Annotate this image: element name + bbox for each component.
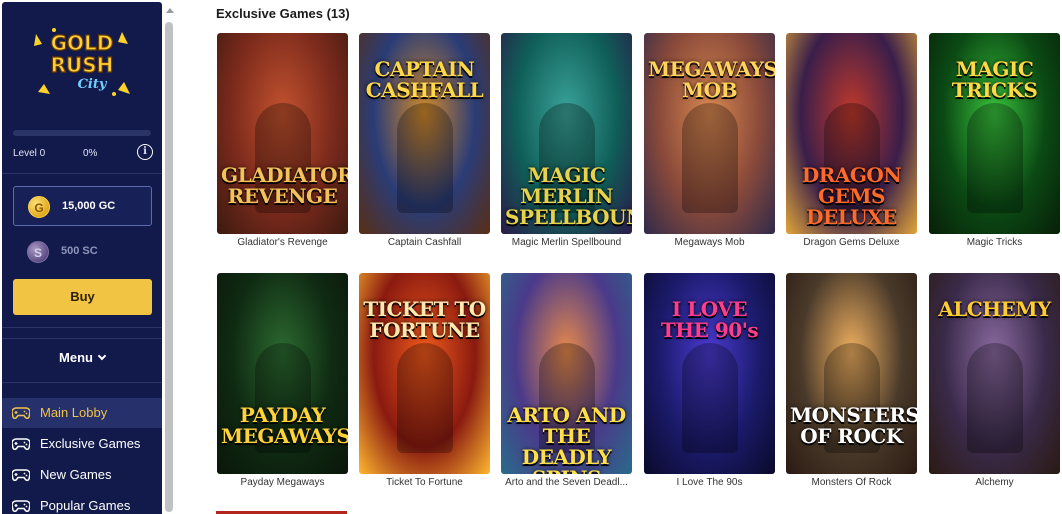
game-caption[interactable]: Ticket To Fortune — [359, 477, 490, 488]
divider — [2, 173, 162, 174]
sidebar-item-label: Exclusive Games — [40, 436, 141, 451]
sidebar-item-label: Popular Games — [40, 498, 131, 513]
game-tile[interactable]: ALCHEMY Alchemy — [929, 273, 1060, 493]
game-logo-text: GLADIATORS REVENGE — [221, 163, 348, 208]
buy-button[interactable]: Buy — [13, 279, 152, 315]
gold-coins-balance[interactable]: G 15,000 GC — [13, 186, 152, 226]
menu-toggle[interactable]: Menu — [2, 350, 162, 374]
divider — [2, 327, 162, 328]
game-thumbnail[interactable]: PAYDAY MEGAWAYS — [217, 273, 348, 474]
game-logo-text: PAYDAY MEGAWAYS — [221, 403, 348, 448]
game-thumbnail[interactable]: CAPTAIN CASHFALL — [359, 33, 490, 234]
character-illustration — [682, 343, 738, 453]
gamepad-icon — [11, 438, 31, 451]
sidebar-item-popular-games[interactable]: Popular Games — [2, 491, 162, 514]
game-caption[interactable]: Monsters Of Rock — [786, 477, 917, 488]
character-illustration — [397, 103, 453, 213]
section-title: Exclusive Games (13) — [216, 6, 350, 21]
game-thumbnail[interactable]: GLADIATORS REVENGE — [217, 33, 348, 234]
sweeps-coins-balance[interactable]: S 500 SC — [13, 232, 152, 272]
sidebar-item-label: Main Lobby — [40, 405, 108, 420]
game-tile[interactable]: GLADIATORS REVENGE Gladiator's Revenge — [217, 33, 348, 253]
game-logo-text: DRAGON GEMS DELUXE — [801, 163, 902, 229]
svg-text:City: City — [78, 77, 108, 92]
level-percent: 0% — [83, 148, 98, 159]
game-thumbnail[interactable]: ALCHEMY — [929, 273, 1060, 474]
level-label: Level 0 — [13, 148, 46, 159]
game-tile[interactable]: MONSTERS OF ROCK Monsters Of Rock — [786, 273, 917, 493]
game-thumbnail[interactable]: ARTO AND THE DEADLY SPINS — [501, 273, 632, 474]
game-logo-text: I LOVE THE 90's — [660, 297, 759, 342]
level-row: Level 0 0% i — [13, 144, 153, 164]
sidebar-item-label: New Games — [40, 467, 112, 482]
game-logo-text: TICKET TO FORTUNE — [363, 297, 486, 342]
game-thumbnail[interactable]: MEGAWAYS MOB — [644, 33, 775, 234]
game-tile[interactable]: ARTO AND THE DEADLY SPINS Arto and the Se… — [501, 273, 632, 493]
character-illustration — [682, 103, 738, 213]
sidebar-item-exclusive-games[interactable]: Exclusive Games — [2, 429, 162, 459]
game-tile[interactable]: DRAGON GEMS DELUXE Dragon Gems Deluxe — [786, 33, 917, 253]
scrollbar-thumb[interactable] — [165, 22, 173, 512]
sweeps-coin-icon: S — [27, 241, 49, 263]
game-caption[interactable]: Dragon Gems Deluxe — [786, 237, 917, 248]
game-tile[interactable]: PAYDAY MEGAWAYS Payday Megaways — [217, 273, 348, 493]
game-logo-text: ARTO AND THE DEADLY SPINS — [507, 403, 626, 475]
chevron-down-icon — [97, 351, 107, 361]
game-tile[interactable]: I LOVE THE 90's I Love The 90s — [644, 273, 775, 493]
gamepad-icon — [11, 469, 31, 482]
game-logo-text: ALCHEMY — [938, 297, 1051, 321]
game-logo-text: MONSTERS OF ROCK — [790, 403, 917, 448]
character-illustration — [397, 343, 453, 453]
game-caption[interactable]: Arto and the Seven Deadl... — [501, 477, 632, 488]
sweeps-coins-amount: 500 SC — [61, 245, 98, 257]
gamepad-icon — [11, 407, 31, 420]
character-illustration — [967, 343, 1023, 453]
game-logo-text: MAGIC MERLIN SPELLBOUND — [505, 163, 632, 229]
game-thumbnail[interactable]: DRAGON GEMS DELUXE — [786, 33, 917, 234]
game-caption[interactable]: I Love The 90s — [644, 477, 775, 488]
info-icon[interactable]: i — [137, 144, 153, 160]
game-thumbnail[interactable]: MAGIC MERLIN SPELLBOUND — [501, 33, 632, 234]
menu-label: Menu — [59, 350, 93, 365]
gold-rush-city-logo[interactable]: GOLD RUSH City — [30, 24, 134, 102]
game-thumbnail[interactable]: TICKET TO FORTUNE — [359, 273, 490, 474]
gold-coins-amount: 15,000 GC — [62, 200, 116, 212]
gold-coin-icon: G — [28, 196, 50, 218]
svg-text:GOLD: GOLD — [51, 31, 114, 55]
sidebar-item-new-games[interactable]: New Games — [2, 460, 162, 490]
game-thumbnail[interactable]: MONSTERS OF ROCK — [786, 273, 917, 474]
gamepad-icon — [11, 500, 31, 513]
game-logo-text: CAPTAIN CASHFALL — [365, 57, 484, 102]
game-logo-text: MAGIC TRICKS — [951, 57, 1038, 102]
game-caption[interactable]: Gladiator's Revenge — [217, 237, 348, 248]
game-thumbnail[interactable]: MAGIC TRICKS — [929, 33, 1060, 234]
character-illustration — [967, 103, 1023, 213]
sidebar: GOLD RUSH City Level 0 0% i G 15,000 GC … — [2, 2, 162, 514]
game-tile[interactable]: MAGIC MERLIN SPELLBOUND Magic Merlin Spel… — [501, 33, 632, 253]
divider — [2, 382, 162, 383]
game-caption[interactable]: Payday Megaways — [217, 477, 348, 488]
level-progress-bar — [13, 130, 151, 136]
game-caption[interactable]: Captain Cashfall — [359, 237, 490, 248]
game-caption[interactable]: Alchemy — [929, 477, 1060, 488]
scroll-up-arrow-icon[interactable] — [166, 8, 174, 13]
game-tile[interactable]: MEGAWAYS MOB Megaways Mob — [644, 33, 775, 253]
game-caption[interactable]: Magic Merlin Spellbound — [501, 237, 632, 248]
svg-text:RUSH: RUSH — [51, 53, 114, 77]
game-thumbnail[interactable]: I LOVE THE 90's — [644, 273, 775, 474]
game-logo-text: MEGAWAYS MOB — [648, 57, 775, 102]
divider — [2, 338, 162, 339]
game-caption[interactable]: Magic Tricks — [929, 237, 1060, 248]
sidebar-item-main-lobby[interactable]: Main Lobby — [2, 398, 162, 428]
game-caption[interactable]: Megaways Mob — [644, 237, 775, 248]
app-root: GOLD RUSH City Level 0 0% i G 15,000 GC … — [0, 0, 1062, 514]
game-tile[interactable]: CAPTAIN CASHFALL Captain Cashfall — [359, 33, 490, 253]
game-tile[interactable]: MAGIC TRICKS Magic Tricks — [929, 33, 1060, 253]
game-tile[interactable]: TICKET TO FORTUNE Ticket To Fortune — [359, 273, 490, 493]
